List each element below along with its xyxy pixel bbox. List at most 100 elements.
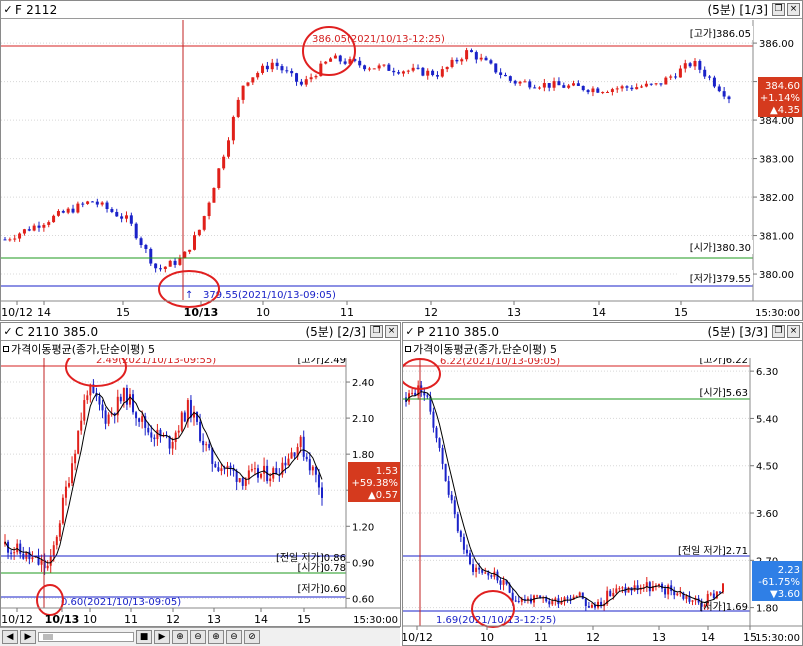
x-tick-labels: 10/12 10/13 10 11 12 13 14 15 (1, 608, 311, 626)
candle-body (450, 59, 454, 67)
candle-body (548, 601, 551, 605)
candle-body (285, 70, 289, 72)
svg-text:▼3.60: ▼3.60 (770, 589, 800, 600)
zoom-in-alt-icon[interactable]: ⊕ (208, 630, 224, 644)
check-icon[interactable]: ✓ (1, 325, 15, 338)
zoom-out-icon[interactable]: ⊖ (190, 630, 206, 644)
candle-body (52, 215, 56, 223)
candle-body (566, 597, 569, 599)
candle-body (487, 572, 490, 576)
high-label: [고가]386.05 (690, 28, 751, 40)
candle-body (615, 588, 618, 593)
candle-body (287, 458, 290, 466)
candle-body (115, 211, 119, 217)
candle-body (58, 523, 61, 537)
high-label: [고가]2.49 (298, 358, 346, 366)
x-tick-label: 13 (207, 613, 221, 626)
candle-body (621, 587, 624, 589)
play-icon[interactable]: ▶ (154, 630, 170, 644)
candle-body (269, 478, 272, 482)
maximize-icon[interactable]: ❐ (370, 325, 383, 338)
put-title-bar: ✓ P 2110 385.0 (5분) [3/3] ❐ × (403, 323, 802, 341)
zoom-out-alt-icon[interactable]: ⊖ (226, 630, 242, 644)
open-label: [시가]380.30 (690, 242, 751, 254)
candle-body (444, 463, 447, 482)
candle-body (465, 549, 468, 554)
y-tick-label: 381.00 (759, 232, 794, 243)
check-icon[interactable]: ✓ (1, 3, 15, 16)
close-icon[interactable]: × (787, 325, 800, 338)
candle-body (445, 66, 449, 70)
maximize-icon[interactable]: ❐ (772, 3, 785, 16)
candle-body (177, 430, 180, 433)
candle-body (183, 412, 186, 422)
candle-body (61, 497, 64, 524)
candle-body (536, 595, 539, 597)
candle-body (587, 605, 590, 608)
futures-chart-pane: ✓ F 2112 (5분) [1/3] ❐ × 386.05(2021/10/1… (0, 0, 803, 321)
candle-body (302, 436, 305, 457)
candle-body (416, 67, 420, 69)
candle-body (683, 63, 687, 69)
candle-body (241, 478, 244, 486)
candle-body (401, 71, 405, 74)
candle-body (101, 404, 104, 411)
close-icon[interactable]: × (787, 3, 800, 16)
candle-body (387, 64, 391, 71)
candle-body (246, 82, 250, 86)
put-chart-pane: ✓ P 2110 385.0 (5분) [3/3] ❐ × 가격이동평균(종가,… (402, 322, 803, 646)
candle-body (411, 392, 414, 394)
candle-body (649, 83, 653, 85)
x-axis-end-label: 15:30:00 (353, 615, 398, 626)
candle-body (479, 57, 483, 60)
candle-body (309, 77, 313, 80)
high-label: [고가]6.22 (700, 358, 748, 366)
zoom-in-icon[interactable]: ⊕ (172, 630, 188, 644)
scroll-left-icon[interactable]: ◀ (2, 630, 18, 644)
x-tick-label: 10/12 (1, 306, 33, 319)
svg-text:+1.14%: +1.14% (760, 93, 800, 104)
candle-body (3, 239, 7, 241)
candle-body (293, 452, 296, 457)
y-tick-label: 1.20 (352, 522, 374, 533)
y-tick-label: 4.50 (756, 462, 778, 473)
candle-body (71, 463, 74, 484)
candle-body (56, 211, 60, 216)
x-tick-label: 10/13 (184, 306, 219, 319)
x-tick-label: 11 (124, 613, 138, 626)
scroll-right-icon[interactable]: ▶ (20, 630, 36, 644)
candle-body (10, 552, 13, 554)
candle-body (372, 68, 376, 70)
candle-body (305, 456, 308, 460)
candle-body (22, 229, 26, 234)
candle-body (86, 201, 90, 204)
candle-body (657, 583, 660, 586)
candle-body (667, 585, 670, 595)
call-title-bar: ✓ C 2110 385.0 (5분) [2/3] ❐ × (1, 323, 400, 341)
candle-body (435, 427, 438, 439)
scroll-track[interactable] (38, 632, 134, 642)
candle-body (174, 432, 177, 442)
candle-body (685, 595, 688, 599)
candle-body (168, 260, 172, 267)
candle-body (338, 55, 342, 62)
candle-body (435, 75, 439, 77)
candle-body (212, 188, 216, 203)
stop-icon[interactable]: ■ (136, 630, 152, 644)
put-plot: 6.22(2021/10/13-09:05) 1.69(2021/10/13-1… (403, 358, 802, 644)
candle-body (581, 592, 584, 599)
candle-body (654, 83, 658, 85)
zoom-reset-icon[interactable]: ⊘ (244, 630, 260, 644)
scroll-thumb[interactable] (43, 634, 53, 640)
chart-title: P 2110 385.0 (417, 324, 500, 339)
candle-body (71, 208, 75, 213)
x-tick-label: 14 (254, 613, 268, 626)
high-annotation: 6.22(2021/10/13-09:05) (440, 358, 560, 367)
candle-body (100, 202, 104, 205)
maximize-icon[interactable]: ❐ (772, 325, 785, 338)
check-icon[interactable]: ✓ (403, 325, 417, 338)
candle-body (284, 462, 287, 466)
close-icon[interactable]: × (385, 325, 398, 338)
candle-body (275, 62, 279, 67)
candle-body (321, 487, 323, 498)
